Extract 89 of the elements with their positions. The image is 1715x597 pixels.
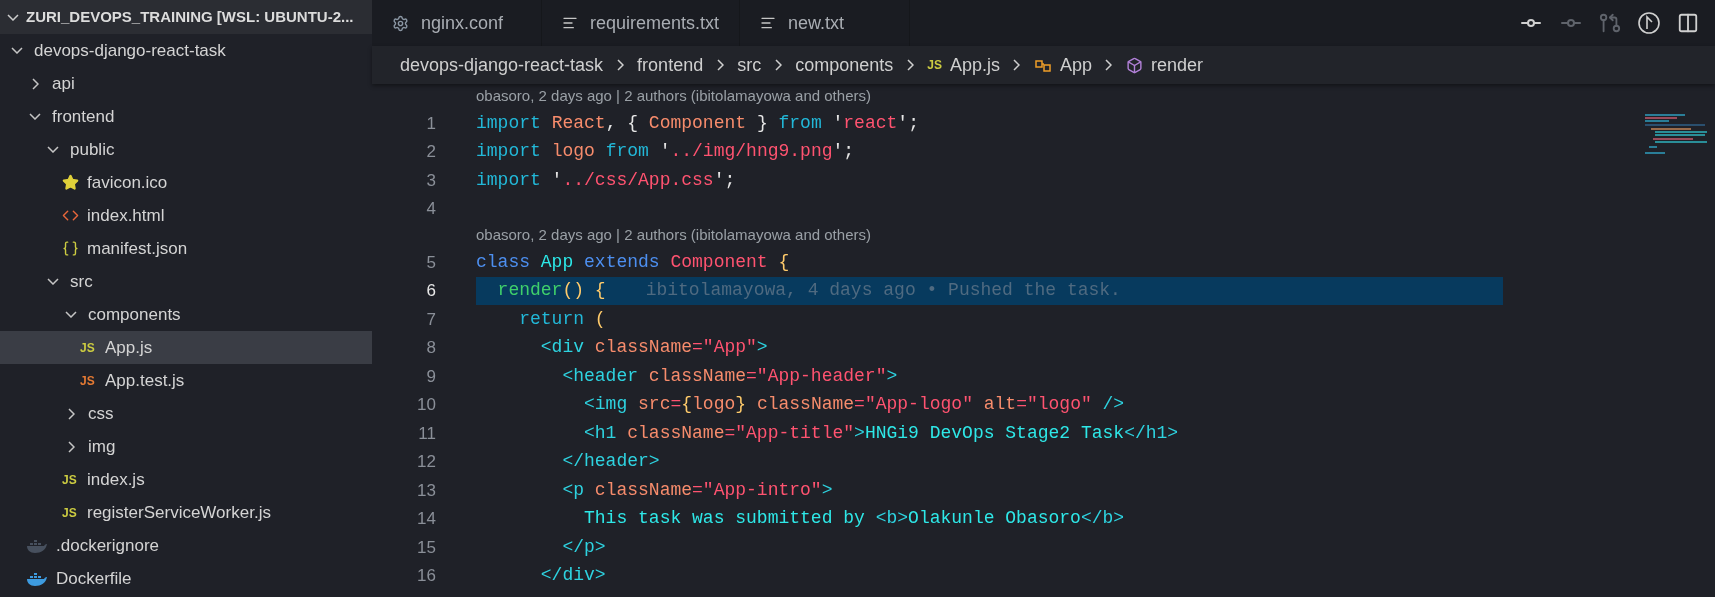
code-line: This task was submitted by <b>Olakunle Obasoro</b> — [583, 507, 1126, 531]
file-tree-item[interactable]: Dockerfile — [0, 562, 372, 595]
line-number: 4 — [425, 198, 436, 220]
breadcrumb-item[interactable]: render — [1151, 51, 1203, 79]
code-line: </p> — [561, 535, 607, 559]
class-icon — [1033, 57, 1052, 73]
chevron-right-icon — [616, 59, 624, 71]
line-number: 11 — [417, 422, 436, 445]
line-number: 7 — [425, 308, 436, 331]
blame-annotation[interactable]: obasoro, 2 days ago | 2 authors (ibitolamayowa and others) — [476, 224, 871, 247]
whale-icon — [26, 570, 48, 587]
file-tree-item[interactable]: index.html — [0, 199, 372, 232]
code-line: return ( — [518, 307, 607, 331]
file-tree-item[interactable]: favicon.ico — [0, 166, 372, 199]
code-line: import logo from '../img/hng9.png'; — [476, 140, 856, 164]
braces-icon — [62, 240, 79, 257]
line-number: 13 — [416, 479, 436, 502]
line-number: 3 — [425, 169, 436, 192]
line-number: 6 — [425, 280, 436, 302]
text-lines-icon — [760, 15, 777, 31]
chevron-right-icon — [716, 59, 724, 71]
text-lines-icon — [562, 15, 578, 31]
js-icon: JS — [927, 56, 942, 74]
blame-annotation[interactable]: obasoro, 2 days ago | 2 authors (ibitolamayowa and others) — [476, 85, 871, 108]
chevron-down-icon — [11, 47, 23, 54]
settings-icon — [392, 14, 409, 32]
breadcrumb-item[interactable]: App — [1059, 51, 1092, 79]
line-number: 9 — [425, 365, 436, 388]
breadcrumb-item[interactable]: App.js — [949, 51, 1000, 79]
chevron-down-icon — [29, 113, 41, 120]
file-tree-item[interactable]: src — [0, 265, 372, 298]
split-editor-icon[interactable] — [1677, 12, 1699, 34]
js-icon: JS — [62, 503, 79, 522]
file-tree-item[interactable]: devops-django-react-task — [0, 34, 372, 67]
code-line: <p className="App-intro"> — [561, 478, 834, 502]
line-number: 16 — [416, 565, 436, 587]
file-tree-item[interactable]: frontend — [0, 100, 372, 133]
whale-icon — [26, 537, 48, 554]
explorer-header[interactable]: ZURI_DEVOPS_TRAINING [WSL: UBUNTU-2... — [0, 0, 372, 34]
file-tree-item[interactable]: JS registerServiceWorker.js — [0, 496, 372, 529]
chevron-right-icon — [67, 407, 75, 420]
chevron-right-icon — [1013, 59, 1021, 71]
code-line: <h1 className="App-title">HNGi9 DevOps Stage2 Task</h1> — [583, 421, 1180, 445]
js-icon: JS — [80, 371, 97, 390]
breadcrumb-item[interactable]: frontend — [637, 51, 704, 79]
chevron-right-icon — [774, 59, 782, 71]
minimap-drawing — [1645, 114, 1707, 156]
chevron-right-icon — [67, 440, 75, 453]
line-number: 15 — [416, 536, 436, 559]
file-tree-item[interactable]: JS App.js — [0, 331, 372, 364]
chevron-down-icon — [7, 13, 19, 21]
breadcrumb-item[interactable]: components — [795, 51, 894, 79]
js-icon: JS — [80, 338, 97, 357]
star-icon — [62, 174, 79, 191]
code-line: <div className="App"> — [539, 336, 769, 360]
breadcrumb-item[interactable]: src — [737, 51, 762, 79]
code-line: class App extends Component { — [476, 250, 791, 274]
file-tree-item[interactable]: .dockerignore — [0, 529, 372, 562]
chevron-down-icon — [47, 278, 59, 285]
file-tree-item[interactable]: manifest.json — [0, 232, 372, 265]
file-tree-item[interactable]: public — [0, 133, 372, 166]
line-number: 10 — [416, 394, 436, 416]
breadcrumb-item[interactable]: devops-django-react-task — [400, 51, 604, 79]
code-line: <header className="App-header"> — [561, 364, 899, 388]
chevron-right-icon — [31, 77, 39, 90]
file-tree-item[interactable]: components — [0, 298, 372, 331]
code-line: </div> — [539, 564, 607, 588]
code-line: import '../css/App.css'; — [476, 168, 737, 192]
line-number: 12 — [416, 451, 436, 473]
file-tree-item[interactable]: api — [0, 67, 372, 100]
file-tree-item[interactable]: css — [0, 397, 372, 430]
file-tree-item[interactable]: JS App.test.js — [0, 364, 372, 397]
line-number: 5 — [425, 251, 436, 274]
file-tree-item[interactable]: JS index.js — [0, 463, 372, 496]
code-line: </header> — [561, 450, 661, 474]
code-line: import React, { Component } from 'react'; — [476, 111, 920, 135]
line-number: 1 — [425, 112, 436, 135]
file-tree-item[interactable]: img — [0, 430, 372, 463]
js-icon: JS — [62, 470, 79, 489]
code-line: <img src={logo} className="App-logo" alt="logo" /> — [583, 393, 1126, 417]
branch-icon[interactable] — [1637, 11, 1661, 35]
chevron-down-icon — [47, 146, 59, 153]
chevron-right-icon — [906, 59, 914, 71]
line-number: 8 — [425, 337, 436, 359]
line-number: 14 — [416, 508, 436, 530]
cube-icon — [1126, 56, 1143, 74]
chevron-down-icon — [65, 311, 77, 318]
chevron-right-icon — [1105, 59, 1113, 71]
line-number: 2 — [425, 141, 436, 163]
